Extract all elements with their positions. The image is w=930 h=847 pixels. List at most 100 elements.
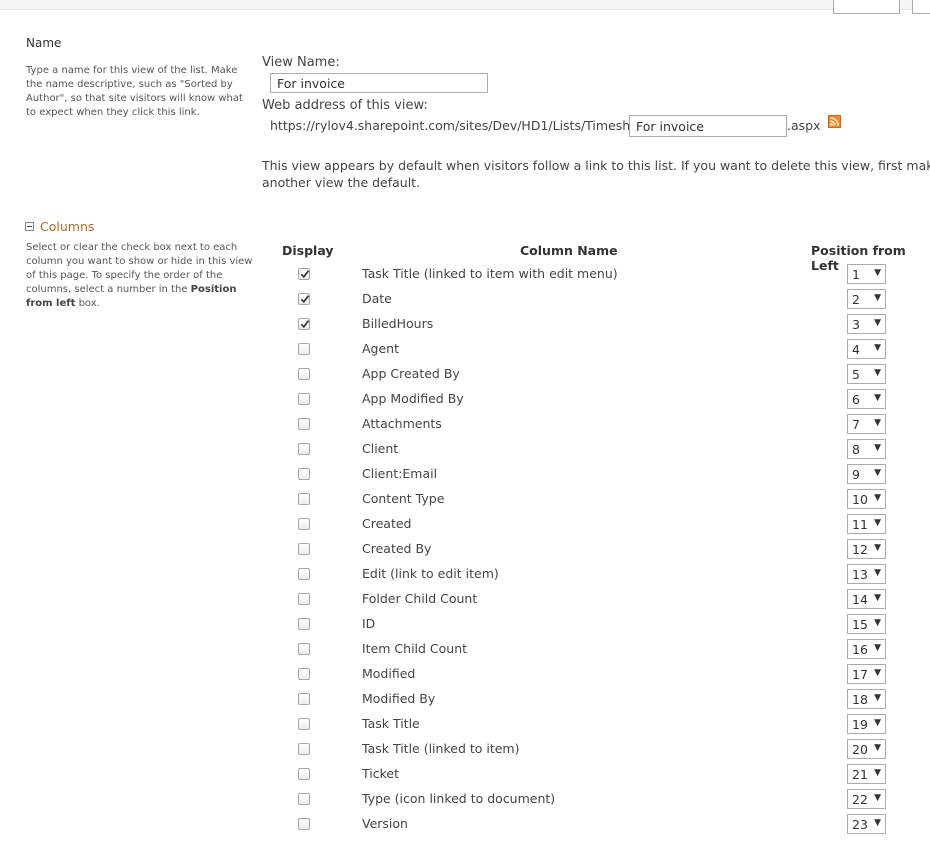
position-select[interactable]: 12 ▼ (847, 539, 886, 559)
columns-section-title[interactable]: Columns (40, 219, 94, 234)
display-checkbox[interactable] (298, 268, 310, 280)
position-select[interactable]: 22 ▼ (847, 789, 886, 809)
column-name-label: Date (362, 291, 392, 306)
display-checkbox[interactable] (298, 768, 310, 780)
dropdown-arrow-icon: ▼ (874, 818, 881, 828)
table-row: Task Title (linked to item with edit men… (0, 262, 930, 287)
display-checkbox[interactable] (298, 643, 310, 655)
column-name-label: Type (icon linked to document) (362, 791, 556, 806)
position-value: 15 (852, 617, 868, 632)
display-checkbox[interactable] (298, 568, 310, 580)
display-checkbox[interactable] (298, 443, 310, 455)
display-checkbox[interactable] (298, 468, 310, 480)
view-name-label: View Name: (262, 55, 340, 70)
column-name-label: App Created By (362, 366, 460, 381)
table-row: Version 23 ▼ (0, 812, 930, 837)
table-row: Type (icon linked to document) 22 ▼ (0, 787, 930, 812)
position-select[interactable]: 8 ▼ (847, 439, 886, 459)
position-select[interactable]: 20 ▼ (847, 739, 886, 759)
position-select[interactable]: 9 ▼ (847, 464, 886, 484)
column-name-label: Folder Child Count (362, 591, 478, 606)
table-row: Modified By 18 ▼ (0, 687, 930, 712)
position-select[interactable]: 2 ▼ (847, 289, 886, 309)
display-checkbox[interactable] (298, 518, 310, 530)
position-value: 11 (852, 517, 868, 532)
position-value: 5 (852, 367, 860, 382)
position-select[interactable]: 16 ▼ (847, 639, 886, 659)
table-row: Task Title 19 ▼ (0, 712, 930, 737)
dropdown-arrow-icon: ▼ (874, 568, 881, 578)
display-checkbox[interactable] (298, 293, 310, 305)
display-checkbox[interactable] (298, 343, 310, 355)
position-select[interactable]: 17 ▼ (847, 664, 886, 684)
dropdown-arrow-icon: ▼ (874, 768, 881, 778)
collapse-minus-icon[interactable] (25, 222, 34, 231)
toolbar-button-secondary[interactable] (912, 0, 930, 14)
position-select[interactable]: 4 ▼ (847, 339, 886, 359)
display-checkbox[interactable] (298, 418, 310, 430)
toolbar-button[interactable] (833, 0, 900, 14)
display-checkbox[interactable] (298, 368, 310, 380)
dropdown-arrow-icon: ▼ (874, 468, 881, 478)
display-checkbox[interactable] (298, 493, 310, 505)
position-select[interactable]: 18 ▼ (847, 689, 886, 709)
column-name-label: Task Title (362, 716, 420, 731)
view-name-input[interactable] (270, 73, 488, 93)
dropdown-arrow-icon: ▼ (874, 543, 881, 553)
top-toolbar (0, 0, 930, 14)
dropdown-arrow-icon: ▼ (874, 593, 881, 603)
position-select[interactable]: 10 ▼ (847, 489, 886, 509)
display-checkbox[interactable] (298, 743, 310, 755)
dropdown-arrow-icon: ▼ (874, 643, 881, 653)
column-name-label: Item Child Count (362, 641, 468, 656)
dropdown-arrow-icon: ▼ (874, 668, 881, 678)
rss-feed-icon[interactable] (828, 115, 841, 128)
url-base-text: https://rylov4.sharepoint.com/sites/Dev/… (270, 118, 655, 133)
position-select[interactable]: 5 ▼ (847, 364, 886, 384)
position-select[interactable]: 7 ▼ (847, 414, 886, 434)
table-row: ID 15 ▼ (0, 612, 930, 637)
dropdown-arrow-icon: ▼ (874, 743, 881, 753)
position-select[interactable]: 6 ▼ (847, 389, 886, 409)
display-checkbox[interactable] (298, 393, 310, 405)
position-select[interactable]: 21 ▼ (847, 764, 886, 784)
column-name-label: Ticket (362, 766, 399, 781)
dropdown-arrow-icon: ▼ (874, 718, 881, 728)
display-checkbox[interactable] (298, 793, 310, 805)
column-name-label: BilledHours (362, 316, 434, 331)
display-checkbox[interactable] (298, 668, 310, 680)
display-checkbox[interactable] (298, 718, 310, 730)
display-checkbox[interactable] (298, 693, 310, 705)
column-name-label: Content Type (362, 491, 445, 506)
position-select[interactable]: 14 ▼ (847, 589, 886, 609)
position-value: 1 (852, 267, 860, 282)
position-select[interactable]: 23 ▼ (847, 814, 886, 834)
display-checkbox[interactable] (298, 593, 310, 605)
checkmark-icon (300, 295, 310, 304)
position-value: 7 (852, 417, 860, 432)
display-checkbox[interactable] (298, 818, 310, 830)
table-row: Created By 12 ▼ (0, 537, 930, 562)
table-row: Client:Email 9 ▼ (0, 462, 930, 487)
position-value: 20 (852, 742, 868, 757)
position-select[interactable]: 1 ▼ (847, 264, 886, 284)
display-checkbox[interactable] (298, 318, 310, 330)
dropdown-arrow-icon: ▼ (874, 443, 881, 453)
position-select[interactable]: 13 ▼ (847, 564, 886, 584)
table-row: Attachments 7 ▼ (0, 412, 930, 437)
dropdown-arrow-icon: ▼ (874, 793, 881, 803)
display-column-header: Display (282, 243, 334, 258)
column-name-label: App Modified By (362, 391, 464, 406)
position-value: 19 (852, 717, 868, 732)
position-select[interactable]: 19 ▼ (847, 714, 886, 734)
table-row: Client 8 ▼ (0, 437, 930, 462)
url-page-input[interactable] (629, 115, 787, 137)
position-select[interactable]: 3 ▼ (847, 314, 886, 334)
column-name-label: Modified (362, 666, 416, 681)
position-select[interactable]: 11 ▼ (847, 514, 886, 534)
display-checkbox[interactable] (298, 618, 310, 630)
position-select[interactable]: 15 ▼ (847, 614, 886, 634)
column-name-label: Created By (362, 541, 432, 556)
dropdown-arrow-icon: ▼ (874, 693, 881, 703)
display-checkbox[interactable] (298, 543, 310, 555)
